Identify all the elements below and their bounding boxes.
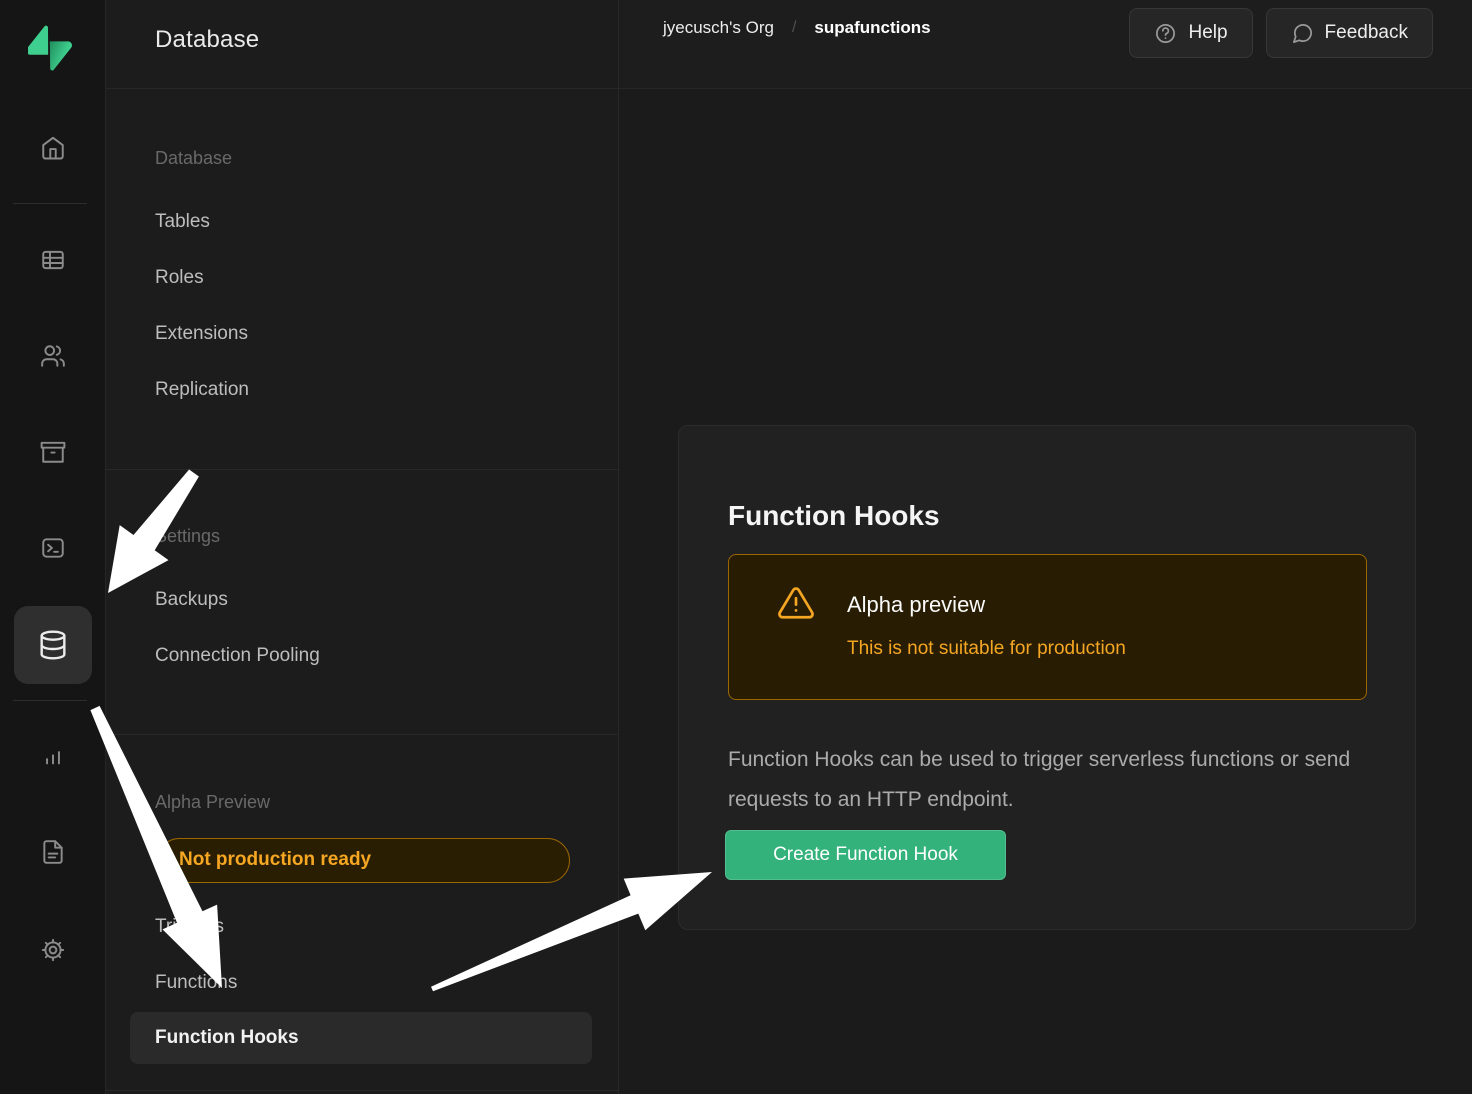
supabase-logo-icon	[28, 25, 72, 71]
warning-triangle-icon	[777, 584, 815, 627]
sidebar-item-roles[interactable]: Roles	[155, 266, 204, 290]
rail-divider	[13, 203, 87, 204]
section-heading-alpha-preview: Alpha Preview	[155, 790, 270, 814]
feedback-button[interactable]: Feedback	[1266, 8, 1433, 58]
supabase-logo[interactable]	[28, 25, 72, 71]
help-button-label: Help	[1188, 22, 1227, 44]
sidebar-item-triggers[interactable]: Triggers	[155, 915, 224, 939]
nav-auth-button[interactable]	[31, 334, 75, 378]
database-sidebar: Database Database Tables Roles Extension…	[105, 0, 619, 1094]
card-title: Function Hooks	[728, 500, 940, 532]
sidebar-divider	[105, 469, 618, 470]
sidebar-item-connection-pooling[interactable]: Connection Pooling	[155, 644, 320, 668]
database-icon	[37, 629, 69, 661]
nav-table-editor-button[interactable]	[31, 238, 75, 282]
sidebar-item-tables[interactable]: Tables	[155, 210, 210, 234]
nav-reports-button[interactable]	[31, 736, 75, 780]
breadcrumb: jyecusch's Org / supafunctions	[663, 18, 931, 38]
create-function-hook-button[interactable]: Create Function Hook	[725, 830, 1006, 880]
nav-database-button[interactable]	[14, 606, 92, 684]
feedback-button-label: Feedback	[1325, 22, 1408, 44]
sidebar-item-replication[interactable]: Replication	[155, 378, 249, 402]
sidebar-item-functions[interactable]: Functions	[155, 971, 237, 995]
help-button[interactable]: Help	[1129, 8, 1252, 58]
table-editor-icon	[40, 247, 66, 273]
breadcrumb-project[interactable]: supafunctions	[814, 18, 930, 38]
help-circle-icon	[1154, 22, 1177, 45]
breadcrumb-org[interactable]: jyecusch's Org	[663, 18, 774, 38]
not-production-ready-badge: Not production ready	[157, 838, 570, 883]
nav-logs-button[interactable]	[31, 830, 75, 874]
sidebar-item-backups[interactable]: Backups	[155, 588, 228, 612]
rail-divider	[13, 700, 87, 701]
top-bar: jyecusch's Org / supafunctions Help Feed…	[618, 0, 1472, 89]
alpha-preview-alert: Alpha preview This is not suitable for p…	[728, 554, 1367, 700]
sidebar-item-function-hooks-active[interactable]: Function Hooks	[130, 1012, 592, 1064]
sidebar-item-extensions[interactable]: Extensions	[155, 322, 248, 346]
nav-rail	[0, 0, 106, 1094]
section-heading-database: Database	[155, 146, 232, 170]
nav-sql-editor-button[interactable]	[31, 526, 75, 570]
sidebar-divider	[105, 734, 618, 735]
nav-home-button[interactable]	[31, 126, 75, 170]
alert-description: This is not suitable for production	[847, 638, 1126, 660]
alert-title: Alpha preview	[847, 592, 985, 618]
reports-icon	[40, 745, 66, 771]
settings-gear-icon	[40, 937, 66, 963]
home-icon	[40, 135, 66, 161]
sidebar-header: Database	[105, 0, 618, 89]
auth-users-icon	[40, 343, 66, 369]
sql-editor-icon	[40, 535, 66, 561]
nav-settings-button[interactable]	[31, 928, 75, 972]
top-actions: Help Feedback	[1129, 8, 1433, 58]
sidebar-title: Database	[155, 26, 259, 54]
storage-icon	[40, 439, 66, 465]
section-heading-settings: Settings	[155, 524, 220, 548]
logs-icon	[40, 839, 66, 865]
app-window: Database Database Tables Roles Extension…	[0, 0, 1472, 1094]
nav-storage-button[interactable]	[31, 430, 75, 474]
message-bubble-icon	[1291, 22, 1314, 45]
breadcrumb-separator: /	[792, 19, 796, 37]
sidebar-divider	[105, 1090, 618, 1091]
function-hooks-card: Function Hooks Alpha preview This is not…	[678, 425, 1416, 930]
card-description: Function Hooks can be used to trigger se…	[728, 740, 1360, 820]
